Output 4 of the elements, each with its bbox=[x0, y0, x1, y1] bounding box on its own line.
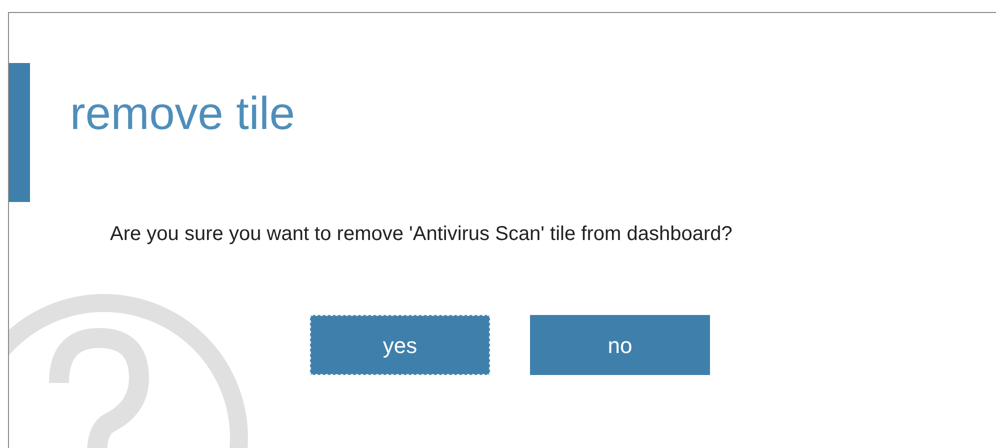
dialog-title: remove tile bbox=[70, 86, 296, 141]
dialog-button[interactable]: yes bbox=[310, 315, 490, 375]
dialog-message: Are you sure you want to remove 'Antivirus Scan' tile from dashboard? bbox=[110, 222, 734, 247]
dialog-button[interactable]: no bbox=[530, 315, 710, 375]
